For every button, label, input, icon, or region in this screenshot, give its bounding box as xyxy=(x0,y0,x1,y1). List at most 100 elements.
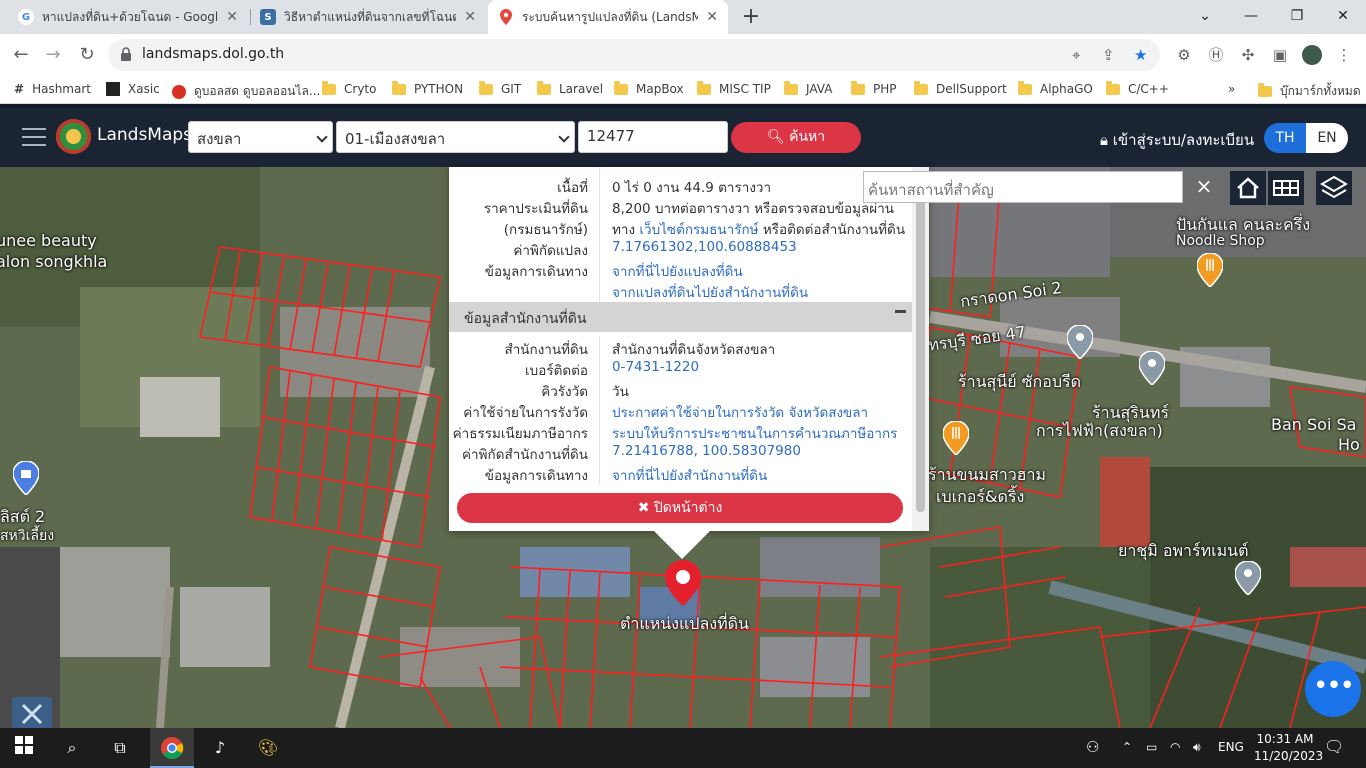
notifications-icon[interactable]: 🗨︎ xyxy=(1324,737,1344,756)
parcel-coordinate-link[interactable]: 7.17661302,100.60888453 xyxy=(612,239,797,255)
bookmark-xasic[interactable]: Xasic xyxy=(106,82,160,96)
new-tab-button[interactable]: + xyxy=(738,4,764,30)
lang-th-button[interactable]: TH xyxy=(1264,123,1306,153)
show-hidden-icons-icon[interactable]: ⌃ xyxy=(1122,740,1132,754)
bookmark-folder[interactable]: MISC TIP xyxy=(697,80,771,96)
bookmark-star-icon[interactable]: ★ xyxy=(1134,46,1147,64)
office-row-queue: คิวรังวัด วัน xyxy=(541,384,629,400)
folder-icon xyxy=(1018,80,1032,95)
grid-layer-icon[interactable] xyxy=(1268,171,1304,205)
bookmark-folder[interactable]: PYTHON xyxy=(392,80,463,96)
tab-close-icon[interactable]: ✕ xyxy=(706,9,718,25)
wifi-icon[interactable]: ◠ xyxy=(1170,740,1180,754)
treasury-website-link[interactable]: เว็บไซต์กรมธนารักษ์ xyxy=(639,222,758,238)
minimize-icon[interactable]: — xyxy=(1228,0,1274,34)
search-button[interactable]: 🔍︎ ค้นหา xyxy=(731,122,861,153)
login-link[interactable]: 🔒︎ เข้าสู่ระบบ/ลงทะเบียน xyxy=(1100,128,1254,152)
tab-search-icon[interactable]: ⌄ xyxy=(1182,0,1228,34)
people-icon[interactable]: ⚇ xyxy=(1086,738,1099,756)
hashmart-icon: # xyxy=(14,82,25,96)
clear-search-icon[interactable]: × xyxy=(1193,173,1215,199)
input-language[interactable]: ENG xyxy=(1218,740,1244,754)
close-popup-button[interactable]: ✖ ปิดหน้าต่าง xyxy=(457,493,903,523)
location-icon[interactable]: ⌖ xyxy=(1072,46,1080,64)
location-pin-icon[interactable] xyxy=(1235,561,1261,595)
more-options-button[interactable]: ••• xyxy=(1305,661,1361,717)
windows-start-icon[interactable] xyxy=(12,736,36,760)
bookmark-football[interactable]: ดูบอลสด ดูบอลออนไล... xyxy=(172,82,320,101)
extension-h-icon[interactable]: Ⓗ xyxy=(1206,45,1226,65)
bookmark-folder[interactable]: MapBox xyxy=(614,80,684,96)
folder-icon xyxy=(392,80,406,95)
scrollbar-thumb[interactable] xyxy=(916,172,925,512)
paint-icon[interactable]: 🎨︎ xyxy=(256,736,280,760)
home-icon[interactable] xyxy=(1230,171,1266,205)
all-bookmarks-folder[interactable]: บุ๊กมาร์กทั้งหมด xyxy=(1258,82,1361,101)
bookmark-hashmart[interactable]: # Hashmart xyxy=(14,82,91,96)
parcel-to-office-link[interactable]: จากแปลงที่ดินไปยังสำนักงานที่ดิน xyxy=(612,281,808,303)
tab-google-search[interactable]: G หาแปลงที่ดิน+ด้วยโฉนด - Google Se ✕ xyxy=(8,0,248,34)
measure-tool-icon[interactable] xyxy=(12,697,52,728)
bookmark-folder[interactable]: DellSupport xyxy=(914,80,1007,96)
location-pin-icon[interactable] xyxy=(1067,325,1093,359)
windows-taskbar: ⌕ ⧉ ♪ 🎨︎ ⚇ ⌃ ▭ ◠ 🔊︎ ENG 10:31 AM 11/20/2… xyxy=(0,728,1366,768)
side-panel-icon[interactable]: ▣ xyxy=(1270,45,1290,65)
share-icon[interactable]: ⇪ xyxy=(1102,46,1115,64)
window-close-icon[interactable]: ✕ xyxy=(1320,0,1366,34)
place-search-input[interactable]: ค้นหาสถานที่สำคัญ xyxy=(863,171,1183,203)
reload-icon[interactable]: ↻ xyxy=(74,42,100,68)
bookmark-folder[interactable]: Laravel xyxy=(537,80,603,96)
battery-icon[interactable]: ▭ xyxy=(1146,740,1157,754)
office-section-header[interactable]: ข้อมูลสำนักงานที่ดิน xyxy=(449,302,912,332)
office-row-survey-cost: ค่าใช้จ่ายในการรังวัด ประกาศค่าใช้จ่ายในก… xyxy=(449,399,912,421)
url-text: landsmaps.dol.go.th xyxy=(142,46,285,62)
bookmark-folder[interactable]: AlphaGO xyxy=(1018,80,1093,96)
province-select[interactable]: สงขลา xyxy=(188,121,333,153)
layers-icon[interactable] xyxy=(1316,171,1352,205)
office-row-phone: เบอร์ติดต่อ 0-7431-1220 xyxy=(525,359,700,379)
chevron-down-icon xyxy=(316,131,328,143)
district-select[interactable]: 01-เมืองสงขลา xyxy=(336,121,575,153)
bookmarks-overflow-button[interactable]: » xyxy=(1228,82,1235,96)
map-label: ยาชุมิ อพาร์ทเมนต์ xyxy=(1118,541,1249,560)
restaurant-pin-icon[interactable] xyxy=(1197,253,1223,287)
office-coordinate-link[interactable]: 7.21416788, 100.58307980 xyxy=(612,443,801,459)
address-bar[interactable]: landsmaps.dol.go.th ⌖ ⇪ ★ xyxy=(108,39,1160,71)
restaurant-pin-icon[interactable] xyxy=(943,421,969,455)
extension-gear-icon[interactable]: ⚙ xyxy=(1174,45,1194,65)
directions-to-office-link[interactable]: จากที่นี่ไปยังสำนักงานที่ดิน xyxy=(612,464,767,486)
lock-icon: 🔒︎ xyxy=(1100,131,1108,149)
tiktok-icon[interactable]: ♪ xyxy=(208,736,232,760)
office-phone-link[interactable]: 0-7431-1220 xyxy=(612,359,699,375)
hamburger-menu-icon[interactable] xyxy=(22,128,46,146)
volume-icon[interactable]: 🔊︎ xyxy=(1193,740,1201,755)
search-icon[interactable]: ⌕ xyxy=(60,736,84,760)
menu-dots-icon[interactable]: ⋮ xyxy=(1334,45,1354,65)
shopping-pin-icon[interactable] xyxy=(13,461,39,495)
system-clock[interactable]: 10:31 AM 11/20/2023 xyxy=(1254,731,1323,765)
location-pin-icon[interactable] xyxy=(1139,351,1165,385)
restore-icon[interactable]: ❐ xyxy=(1274,0,1320,34)
bookmark-folder[interactable]: C/C++ xyxy=(1106,80,1169,96)
bookmarks-bar: # Hashmart Xasic ดูบอลสด ดูบอลออนไล... Cr… xyxy=(0,76,1366,104)
parcel-location-marker-icon[interactable] xyxy=(665,560,701,606)
bookmark-folder[interactable]: JAVA xyxy=(784,80,832,96)
task-view-icon[interactable]: ⧉ xyxy=(108,736,132,760)
popup-scrollbar[interactable] xyxy=(912,167,929,531)
folder-icon xyxy=(1106,80,1120,95)
bookmark-folder[interactable]: GIT xyxy=(479,80,521,96)
parcel-number-input[interactable]: 12477 xyxy=(578,121,728,153)
extensions-puzzle-icon[interactable]: ✣ xyxy=(1238,45,1258,65)
lang-en-button[interactable]: EN xyxy=(1306,123,1348,153)
tab-close-icon[interactable]: ✕ xyxy=(226,9,238,25)
collapse-minus-icon[interactable] xyxy=(895,310,906,313)
profile-avatar[interactable] xyxy=(1302,45,1322,65)
tab-article[interactable]: S วิธีหาตำแหน่งที่ดินจากเลขที่โฉนด ✕ xyxy=(250,0,486,34)
bookmark-folder[interactable]: Cryto xyxy=(322,80,376,96)
forward-icon[interactable]: → xyxy=(40,42,66,68)
tab-close-icon[interactable]: ✕ xyxy=(464,9,476,25)
back-icon[interactable]: ← xyxy=(8,42,34,68)
chrome-taskbar-button[interactable] xyxy=(150,728,194,768)
bookmark-folder[interactable]: PHP xyxy=(851,80,897,96)
tab-landsmaps[interactable]: ระบบค้นหารูปแปลงที่ดิน (LandsMaps) ✕ xyxy=(488,0,728,34)
